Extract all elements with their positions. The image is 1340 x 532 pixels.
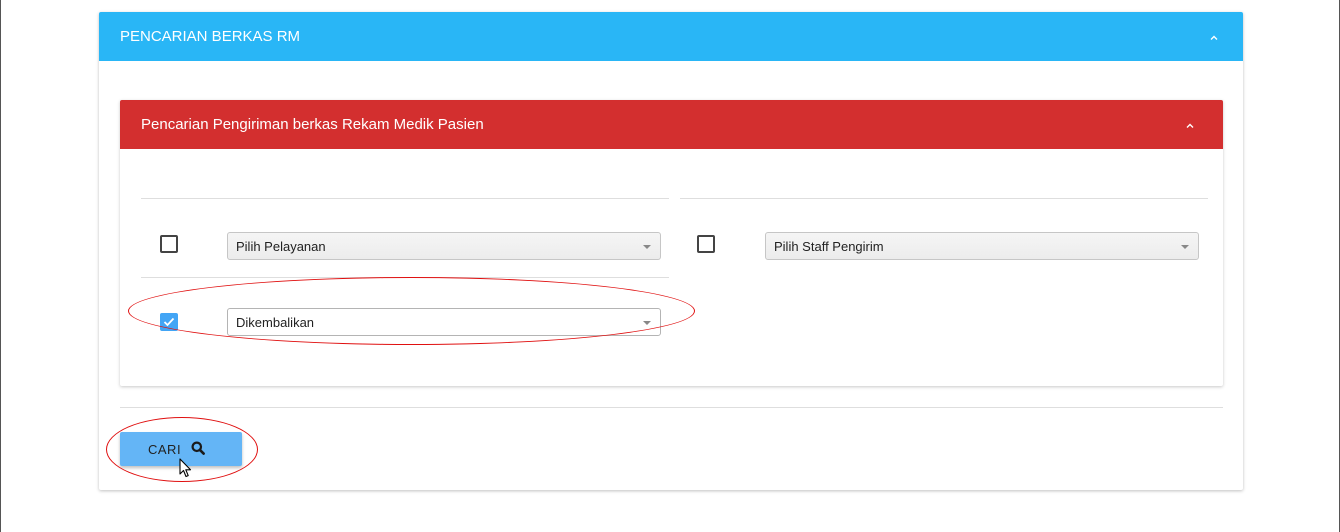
divider (120, 407, 1223, 408)
window-border-left (0, 0, 1, 532)
delivery-search-panel-header[interactable]: Pencarian Pengiriman berkas Rekam Medik … (120, 100, 1223, 149)
dropdown-arrow-icon (643, 245, 651, 249)
mouse-cursor-icon (179, 458, 192, 483)
search-panel: PENCARIAN BERKAS RM Pencarian Pengiriman… (99, 12, 1243, 490)
pelayanan-select-value: Pilih Pelayanan (236, 238, 326, 254)
staff-select-value: Pilih Staff Pengirim (774, 238, 884, 254)
dropdown-arrow-icon (1181, 245, 1189, 249)
delivery-search-panel-title: Pencarian Pengiriman berkas Rekam Medik … (141, 116, 484, 133)
staff-select[interactable]: Pilih Staff Pengirim (765, 232, 1199, 260)
delivery-search-panel: Pencarian Pengiriman berkas Rekam Medik … (120, 100, 1223, 386)
pelayanan-select[interactable]: Pilih Pelayanan (227, 232, 661, 260)
search-panel-header[interactable]: PENCARIAN BERKAS RM (99, 12, 1243, 61)
search-panel-title: PENCARIAN BERKAS RM (120, 28, 301, 45)
chevron-up-icon[interactable] (1183, 119, 1197, 131)
chevron-up-icon[interactable] (1207, 31, 1221, 43)
divider (141, 198, 669, 199)
annotation-ring-status (128, 277, 695, 345)
staff-checkbox[interactable] (697, 235, 715, 253)
divider (680, 198, 1208, 199)
pelayanan-checkbox[interactable] (160, 235, 178, 253)
